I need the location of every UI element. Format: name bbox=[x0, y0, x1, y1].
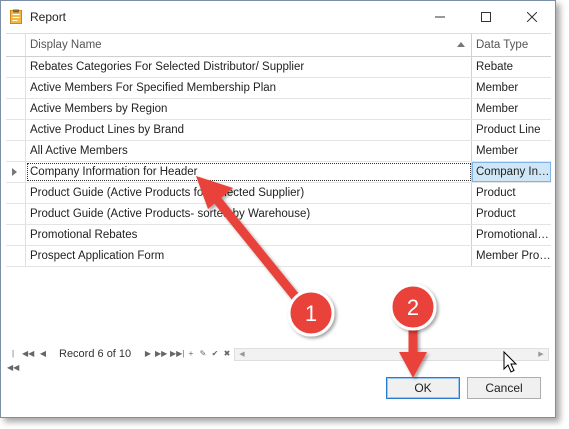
next-record-icon[interactable]: ▶ bbox=[142, 347, 154, 361]
data-type-cell[interactable]: Promotional Rebates bbox=[472, 225, 551, 245]
row-indicator[interactable] bbox=[6, 162, 26, 182]
display-name-cell[interactable]: Rebates Categories For Selected Distribu… bbox=[26, 57, 472, 77]
record-navigator: |◀◀ ◀◀ ◀ Record 6 of 10 ▶ ▶▶ ▶▶| + ✎ ✔ ✖… bbox=[6, 345, 551, 372]
clipboard-icon bbox=[10, 9, 22, 24]
maximize-icon bbox=[481, 12, 491, 22]
row-indicator[interactable] bbox=[6, 246, 26, 266]
row-indicator[interactable] bbox=[6, 141, 26, 161]
display-name-cell[interactable]: Active Members by Region bbox=[26, 99, 472, 119]
row-indicator[interactable] bbox=[6, 204, 26, 224]
row-indicator[interactable] bbox=[6, 225, 26, 245]
table-row[interactable]: Active Members by Region Member bbox=[6, 99, 551, 120]
table-row[interactable]: Active Members For Specified Membership … bbox=[6, 78, 551, 99]
display-name-cell[interactable]: Active Members For Specified Membership … bbox=[26, 78, 472, 98]
display-name-cell[interactable]: Prospect Application Form bbox=[26, 246, 472, 266]
current-row-arrow-icon bbox=[12, 168, 17, 176]
edit-record-icon[interactable]: ✎ bbox=[197, 347, 209, 361]
table-row[interactable]: Company Information for Header Company In… bbox=[6, 162, 551, 183]
column-header-data-type[interactable]: Data Type bbox=[472, 34, 551, 56]
data-type-cell[interactable]: Product bbox=[472, 204, 551, 224]
data-type-cell[interactable]: Member bbox=[472, 141, 551, 161]
end-edit-icon[interactable]: ✔ bbox=[209, 347, 221, 361]
table-row[interactable]: Product Guide (Active Products- sorted b… bbox=[6, 204, 551, 225]
display-name-cell[interactable]: Promotional Rebates bbox=[26, 225, 472, 245]
grid-header: Display Name Data Type bbox=[6, 34, 551, 57]
table-row[interactable]: Rebates Categories For Selected Distribu… bbox=[6, 57, 551, 78]
report-grid: Display Name Data Type Rebates Categorie… bbox=[6, 33, 551, 344]
cancel-button[interactable]: Cancel bbox=[467, 377, 541, 399]
ok-button[interactable]: OK bbox=[386, 377, 460, 399]
row-indicator[interactable] bbox=[6, 57, 26, 77]
data-type-cell[interactable]: Product Line bbox=[472, 120, 551, 140]
display-name-cell[interactable]: Active Product Lines by Brand bbox=[26, 120, 472, 140]
last-record-icon[interactable]: ▶▶| bbox=[170, 347, 184, 361]
display-name-cell[interactable]: Product Guide (Active Products- sorted b… bbox=[26, 204, 472, 224]
row-indicator[interactable] bbox=[6, 183, 26, 203]
data-type-cell[interactable]: Member Prospect bbox=[472, 246, 551, 266]
first-record-icon[interactable]: |◀◀ bbox=[7, 347, 19, 372]
table-row[interactable]: Promotional RebatesPromotional Rebates bbox=[6, 225, 551, 246]
data-type-cell[interactable]: Member bbox=[472, 78, 551, 98]
prev-page-icon[interactable]: ◀◀ bbox=[22, 347, 34, 361]
prev-record-icon[interactable]: ◀ bbox=[37, 347, 49, 361]
row-indicator[interactable] bbox=[6, 78, 26, 98]
window-title: Report bbox=[30, 10, 67, 24]
close-icon bbox=[527, 12, 537, 22]
row-indicator[interactable] bbox=[6, 120, 26, 140]
display-name-cell[interactable]: Company Information for Header bbox=[26, 162, 472, 182]
append-record-icon[interactable]: + bbox=[185, 347, 197, 361]
data-type-cell[interactable]: Member bbox=[472, 99, 551, 119]
scroll-left-icon[interactable]: ◀ bbox=[236, 349, 248, 360]
data-type-cell[interactable]: Company Information bbox=[472, 162, 551, 182]
table-row[interactable]: Active Product Lines by Brand Product Lin… bbox=[6, 120, 551, 141]
sort-ascending-icon bbox=[457, 42, 465, 47]
title-bar: Report bbox=[1, 1, 555, 33]
table-row[interactable]: All Active Members Member bbox=[6, 141, 551, 162]
horizontal-scrollbar[interactable]: ◀ ▶ bbox=[234, 348, 549, 361]
close-button[interactable] bbox=[509, 1, 555, 33]
scroll-right-icon[interactable]: ▶ bbox=[535, 349, 547, 360]
report-dialog: Report Display Name Data Type Rebates Ca… bbox=[0, 0, 556, 418]
row-indicator[interactable] bbox=[6, 99, 26, 119]
minimize-button[interactable] bbox=[417, 1, 463, 33]
data-type-cell[interactable]: Rebate bbox=[472, 57, 551, 77]
record-counter: Record 6 of 10 bbox=[59, 348, 132, 360]
minimize-icon bbox=[435, 16, 445, 18]
next-page-icon[interactable]: ▶▶ bbox=[155, 347, 167, 361]
maximize-button[interactable] bbox=[463, 1, 509, 33]
column-header-display-name[interactable]: Display Name bbox=[26, 34, 472, 56]
data-type-cell[interactable]: Product bbox=[472, 183, 551, 203]
header-indicator-cell bbox=[6, 34, 26, 56]
display-name-cell[interactable]: Product Guide (Active Products for Selec… bbox=[26, 183, 472, 203]
cancel-edit-icon[interactable]: ✖ bbox=[221, 347, 233, 361]
display-name-cell[interactable]: All Active Members bbox=[26, 141, 472, 161]
table-row[interactable]: Product Guide (Active Products for Selec… bbox=[6, 183, 551, 204]
table-row[interactable]: Prospect Application FormMember Prospect bbox=[6, 246, 551, 267]
